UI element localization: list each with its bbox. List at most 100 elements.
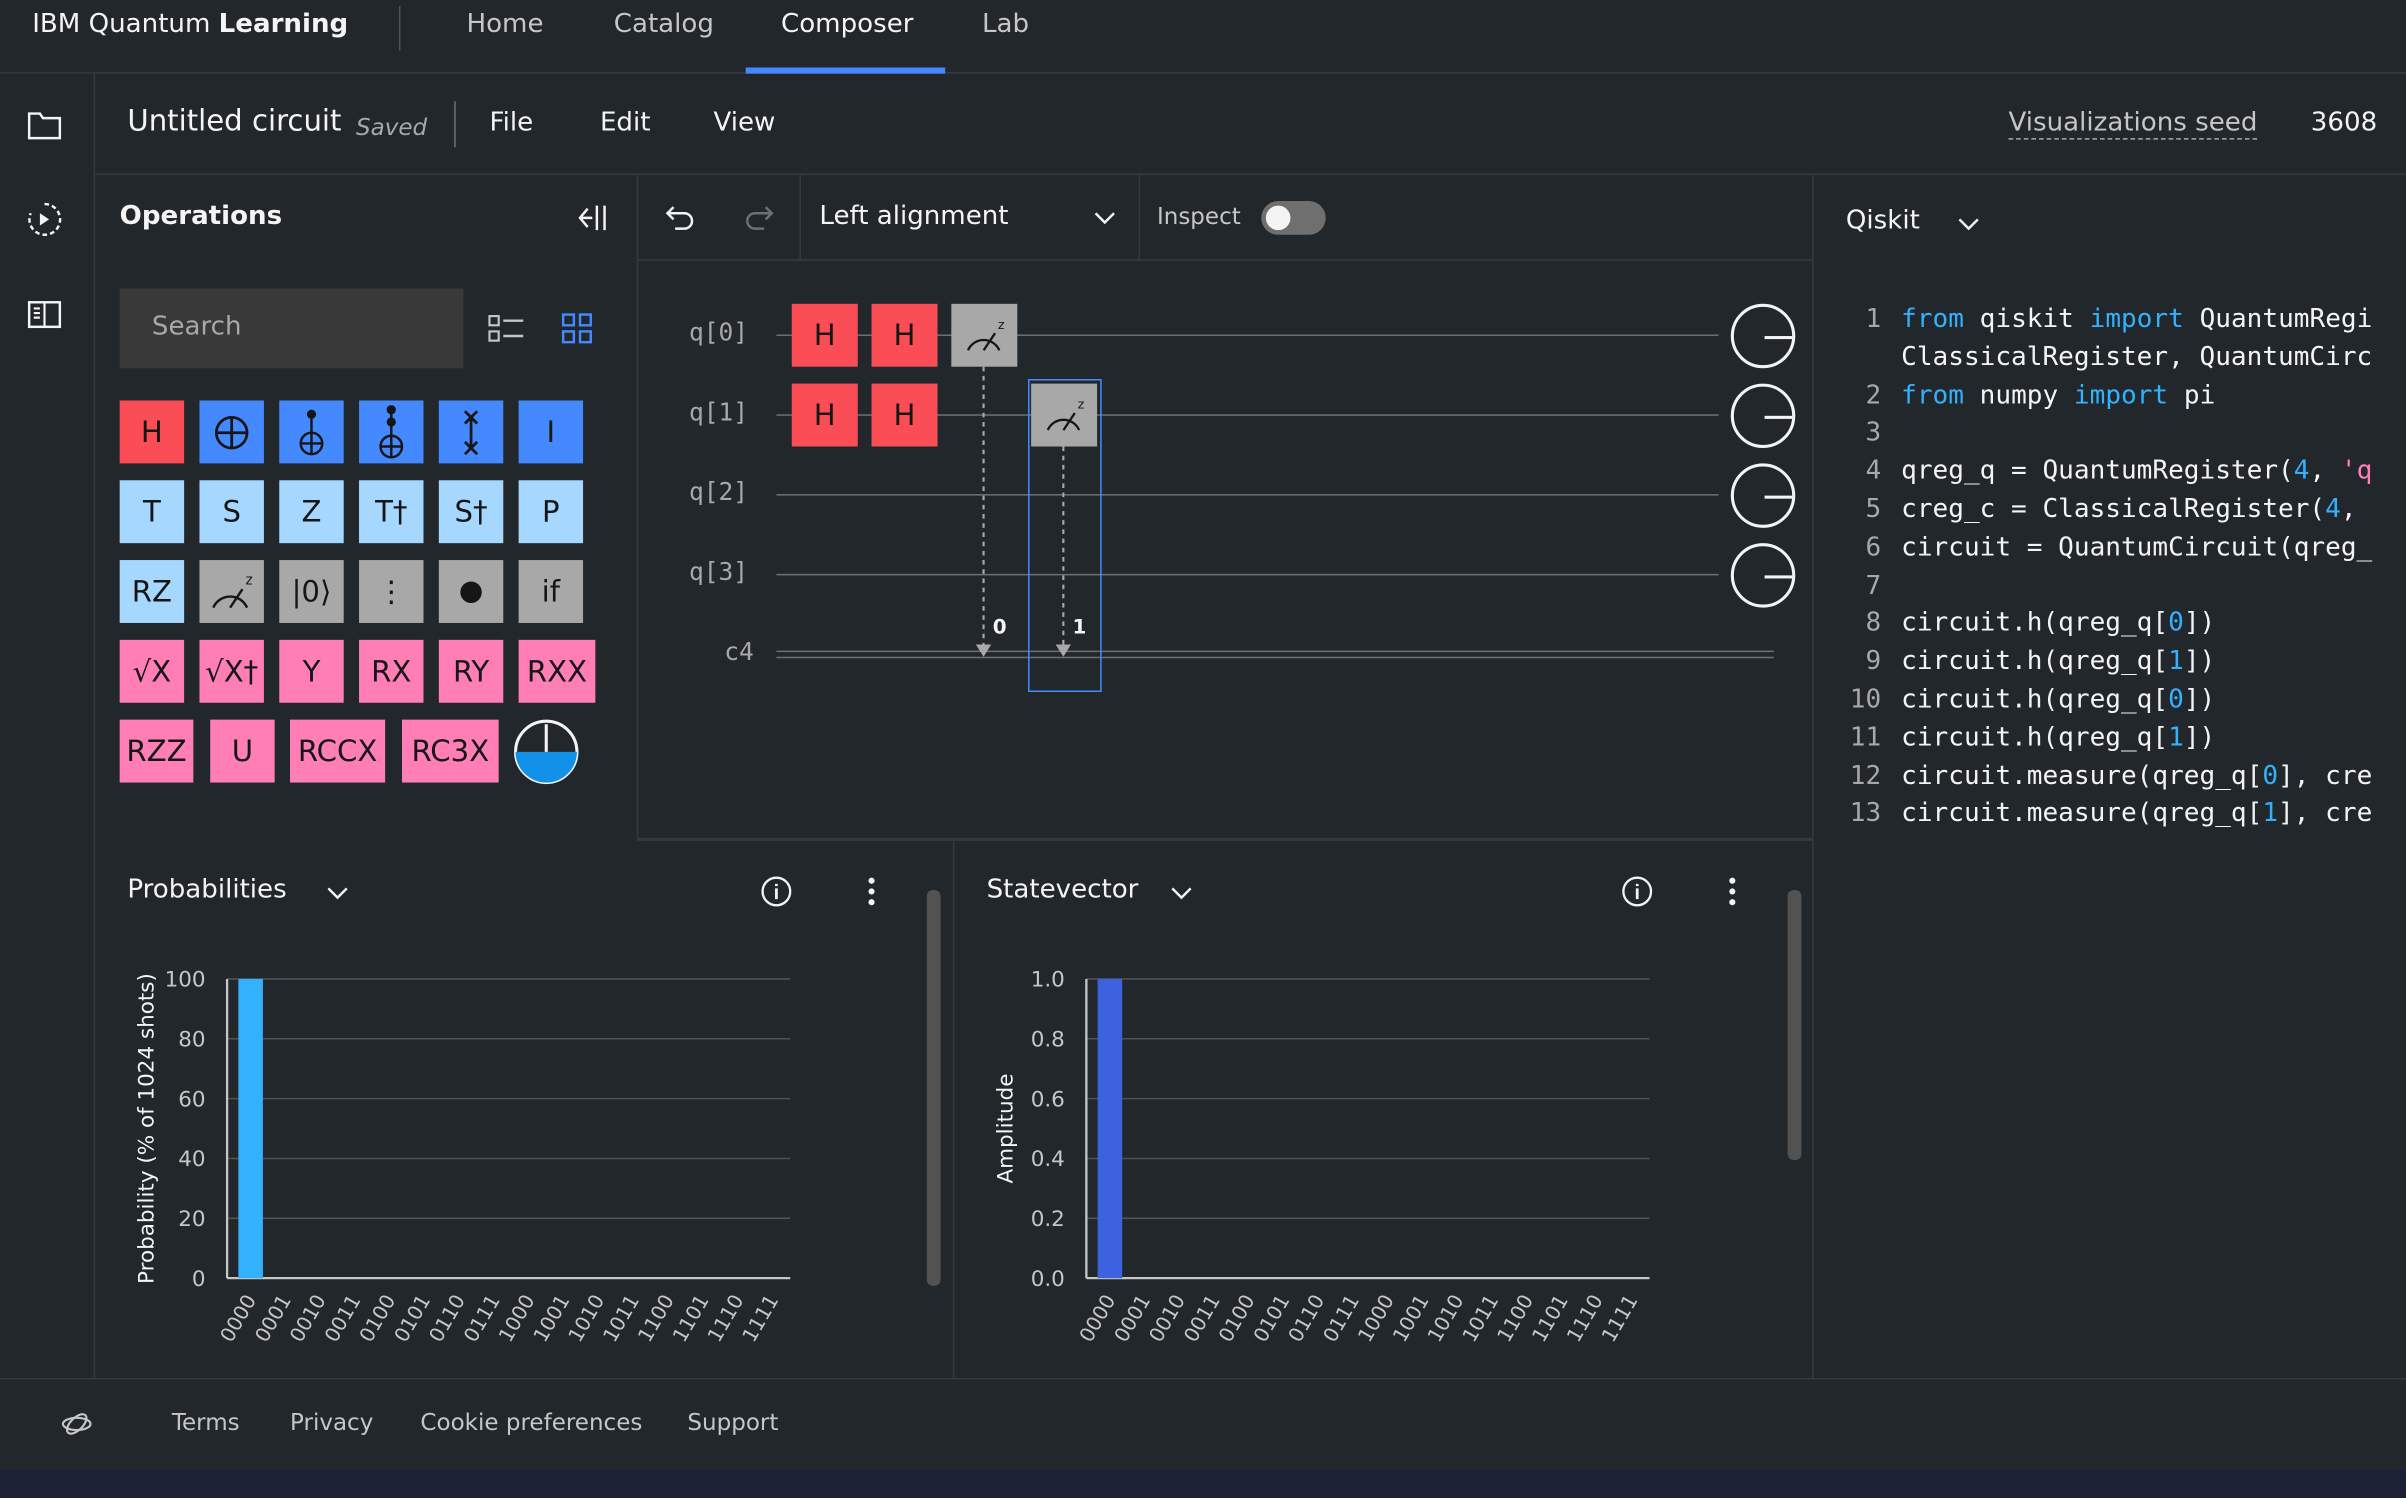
gate-p[interactable]: P [518,480,584,544]
circuit-measure-gate[interactable]: z [1031,383,1098,447]
footer-link-terms[interactable]: Terms [172,1409,240,1437]
gate-u[interactable]: U [210,719,275,783]
gate-sxdg[interactable]: √X† [199,639,264,703]
chevron-down-icon[interactable] [1169,882,1194,903]
gate-sdg[interactable]: S† [438,480,504,544]
footer-link-privacy[interactable]: Privacy [290,1409,373,1437]
gate-toffoli[interactable] [279,400,344,464]
menu-file[interactable]: File [489,107,533,138]
gate-rccx[interactable]: RCCX [290,719,386,783]
grid-view-icon[interactable] [560,311,594,345]
x-tick-label: 1000 [1353,1290,1399,1346]
menu-edit[interactable]: Edit [600,107,651,138]
jobs-icon[interactable] [25,199,65,239]
circuit-gate-h[interactable]: H [791,303,858,367]
tab-lab[interactable]: Lab [982,9,1029,40]
brand-logo[interactable]: IBM Quantum Learning [32,9,348,40]
ibm-quantum-logo-icon[interactable] [58,1409,95,1440]
gate-i[interactable]: I [518,400,584,464]
line-number: 9 [1865,646,1882,677]
qubit-state-icon[interactable] [1730,543,1796,608]
collapse-panel-icon[interactable] [574,201,608,235]
scrollbar[interactable] [926,889,941,1286]
y-tick-label: 40 [178,1147,205,1172]
seed-value[interactable]: 3608 [2311,107,2377,138]
code-token: 0 [2262,760,2279,792]
footer-link-support[interactable]: Support [687,1409,778,1437]
toolbar-divider [1138,174,1141,261]
gate-barrier[interactable]: ⋮ [359,560,424,623]
x-tick-label: 0110 [1283,1290,1329,1346]
gate-measure[interactable]: z [199,560,264,623]
qubit-state-icon[interactable] [1730,463,1796,528]
line-number: 2 [1865,379,1882,411]
y-tick-label: 0.4 [1031,1147,1065,1172]
chevron-down-icon[interactable] [1956,213,1981,234]
gate-reset[interactable]: |0⟩ [279,560,344,623]
bar [238,978,263,1279]
inspect-toggle[interactable] [1261,201,1326,235]
menu-view[interactable]: View [713,107,775,138]
overflow-menu-icon[interactable] [1720,875,1745,909]
statevector-dropdown[interactable]: Statevector [987,875,1139,906]
line-number: 8 [1865,608,1882,639]
qsphere-gate-icon[interactable] [512,718,580,786]
scrollbar[interactable] [1787,889,1802,1161]
toolbar-divider [799,174,801,261]
gate-if[interactable]: if [518,560,584,623]
search-input[interactable]: Search [119,288,464,369]
circuit-gate-h[interactable]: H [871,303,938,367]
overflow-menu-icon[interactable] [859,875,884,909]
gate-tdg[interactable]: T† [359,480,424,544]
undo-icon[interactable] [663,201,697,235]
docs-icon[interactable] [25,295,65,335]
gate-s[interactable]: S [199,480,264,544]
info-icon[interactable] [1620,875,1654,909]
x-tick-label: 0010 [285,1290,331,1346]
code-token: circuit = QuantumCircuit(qreg_ [1901,532,2373,563]
gate-sx[interactable]: √X [119,639,185,703]
qubit-state-icon[interactable] [1730,303,1796,369]
gate-ccx[interactable] [359,400,424,464]
gate-rx[interactable]: RX [359,639,424,703]
code-line: 10 circuit.h(qreg_q[0]) [1826,684,2216,722]
gate-swap[interactable] [438,400,504,464]
probabilities-dropdown[interactable]: Probabilities [127,875,286,906]
gate-rxx[interactable]: RXX [518,639,596,703]
gate-rz[interactable]: RZ [119,560,185,623]
code-token: from [1901,379,1964,411]
gate-rzz[interactable]: RZZ [119,719,194,783]
gate-y[interactable]: Y [279,639,344,703]
footer-link-cookies[interactable]: Cookie preferences [420,1409,642,1437]
circuit-title[interactable]: Untitled circuit [127,104,341,138]
tab-home[interactable]: Home [466,9,543,40]
list-view-icon[interactable] [488,311,525,345]
chevron-down-icon[interactable] [325,882,350,903]
gate-cnot[interactable] [199,400,264,464]
code-token: , [2309,456,2341,487]
circuit-gate-h[interactable]: H [791,383,858,447]
gate-z[interactable]: Z [279,480,344,544]
info-icon[interactable] [760,875,794,909]
tab-catalog[interactable]: Catalog [614,9,714,40]
chevron-down-icon[interactable] [1092,207,1117,228]
x-tick-label: 1001 [528,1290,574,1346]
gate-ry[interactable]: RY [438,639,504,703]
tab-composer[interactable]: Composer [781,9,913,40]
gate-control[interactable] [438,560,504,623]
qubit-state-icon[interactable] [1730,383,1796,449]
alignment-dropdown[interactable]: Left alignment [819,201,1008,232]
code-token: circuit.h(qreg_q[ [1901,684,2169,716]
gate-h[interactable]: H [119,400,185,464]
gate-t[interactable]: T [119,480,185,544]
gate-rc3x[interactable]: RC3X [402,719,499,783]
line-number: 4 [1865,456,1882,487]
circuit-measure-gate[interactable]: z [951,303,1018,367]
visualizations-seed-label[interactable]: Visualizations seed [2008,107,2258,140]
code-token: , [2340,494,2373,525]
redo-icon[interactable] [743,201,777,235]
code-language-dropdown[interactable]: Qiskit [1846,206,1920,237]
folder-icon[interactable] [25,104,65,144]
code-token: 'q [2340,456,2373,487]
circuit-gate-h[interactable]: H [871,383,938,447]
